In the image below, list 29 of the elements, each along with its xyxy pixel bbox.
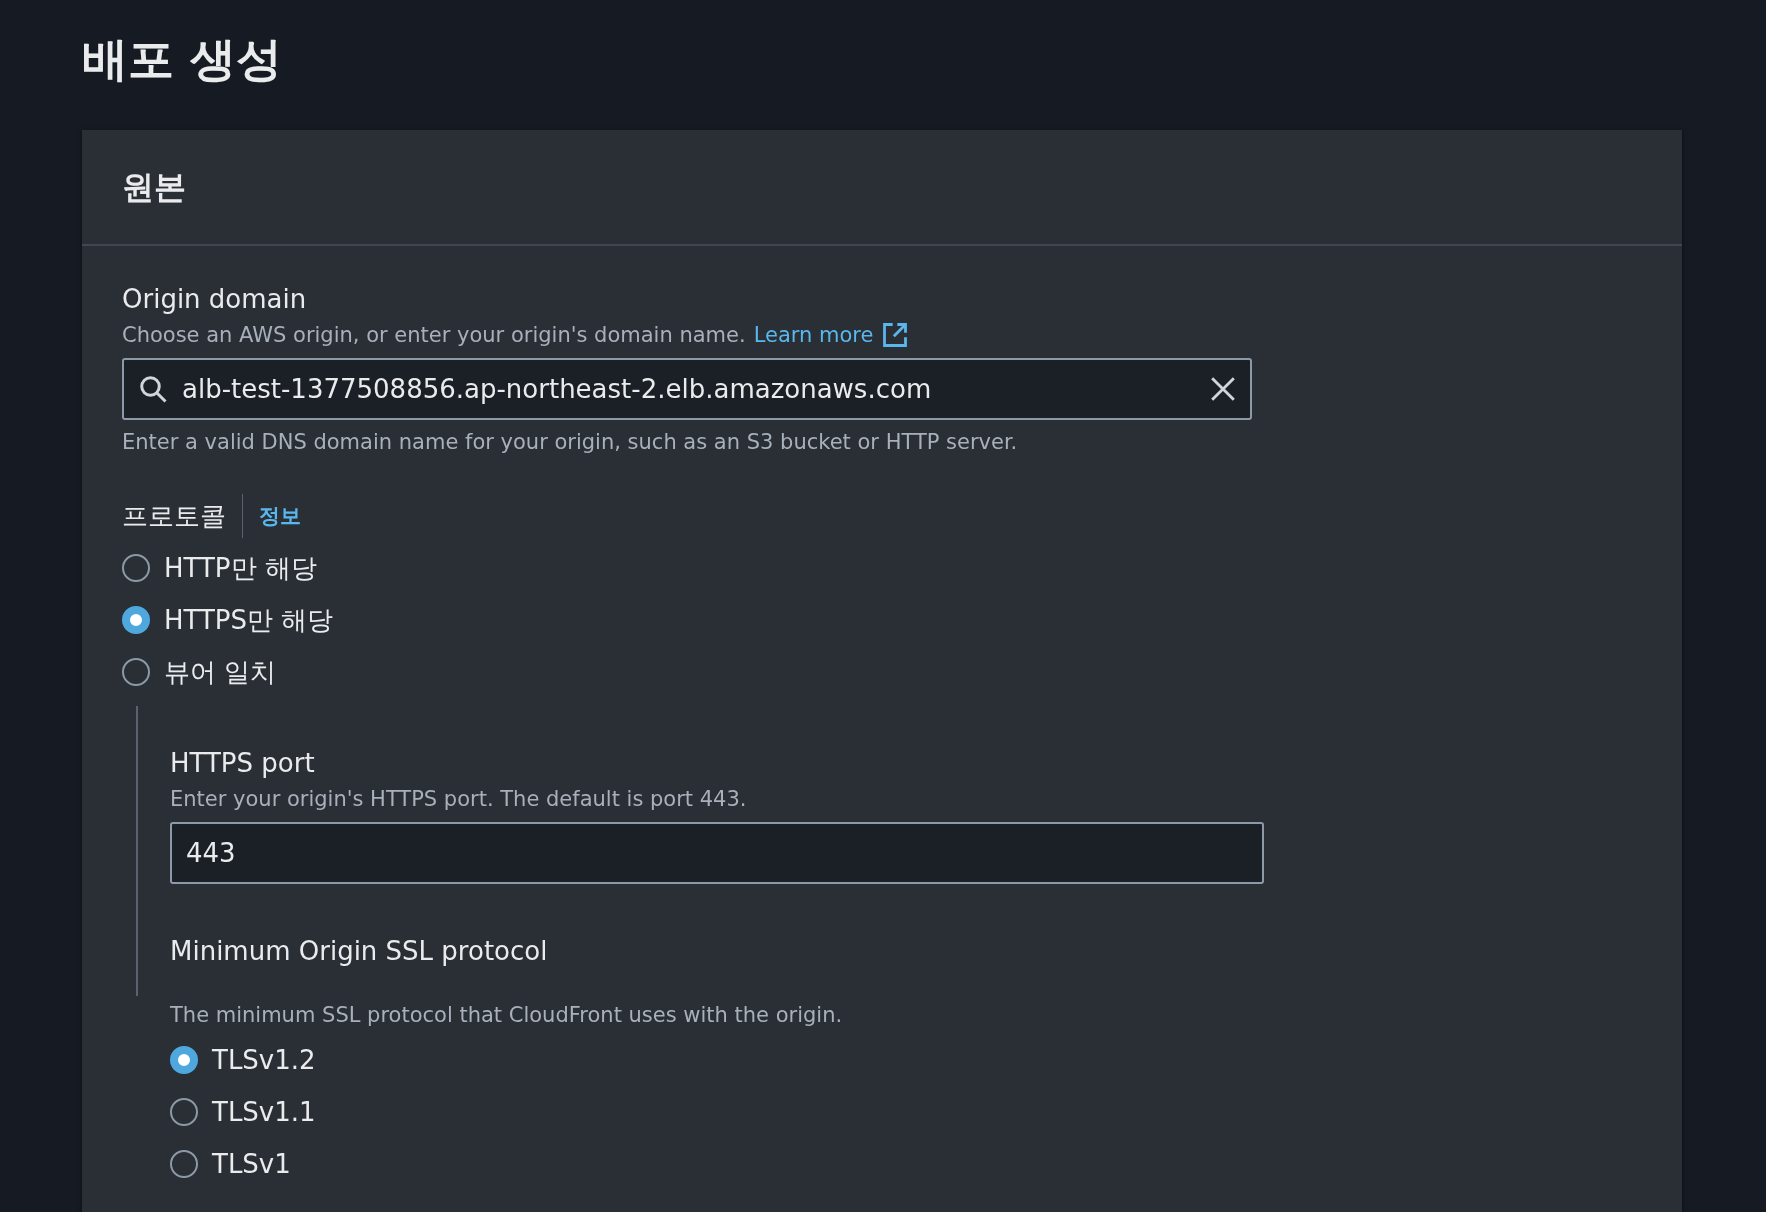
radio-label: TLSv1.1 [212,1097,316,1127]
learn-more-link[interactable]: Learn more [753,320,910,350]
radio-button[interactable] [122,658,150,686]
field-description: Enter your origin's HTTPS port. The default is port 443. [170,786,748,813]
field-label: 프로토콜 [122,500,226,533]
radio-label: HTTPS만 해당 [164,603,334,637]
external-link-icon [881,321,910,349]
radio-label: TLSv1.2 [212,1045,316,1075]
radio-label: TLSv1 [212,1149,291,1179]
search-icon [138,374,168,404]
field-description: Choose an AWS origin, or enter your origin's domain name. Learn more [122,320,1642,350]
clear-icon[interactable] [1210,376,1236,402]
field-label: HTTPS port [170,747,316,780]
origin-domain-field[interactable]: alb-test-1377508856.ap-northeast-2.elb.amazonaws.com [122,358,1252,420]
field-description: The minimum SSL protocol that CloudFront uses with the origin. [170,1002,844,1029]
field-hint: Enter a valid DNS domain name for your origin, such as an S3 bucket or HTTP server. [122,430,1019,454]
info-link[interactable]: 정보 [242,494,301,538]
radio-button[interactable] [122,606,150,634]
radio-button[interactable] [170,1098,198,1126]
radio-label: HTTP만 해당 [164,551,317,585]
radio-button[interactable] [122,554,150,582]
field-label: Origin domain [122,283,308,316]
field-label: Minimum Origin SSL protocol [170,935,549,968]
radio-button[interactable] [170,1046,198,1074]
radio-button[interactable] [170,1150,198,1178]
https-port-field[interactable]: 443 [170,822,1264,884]
panel-title: 원본 [122,167,187,208]
page-title: 배포 생성 [82,31,283,88]
radio-label: 뷰어 일치 [164,655,277,689]
